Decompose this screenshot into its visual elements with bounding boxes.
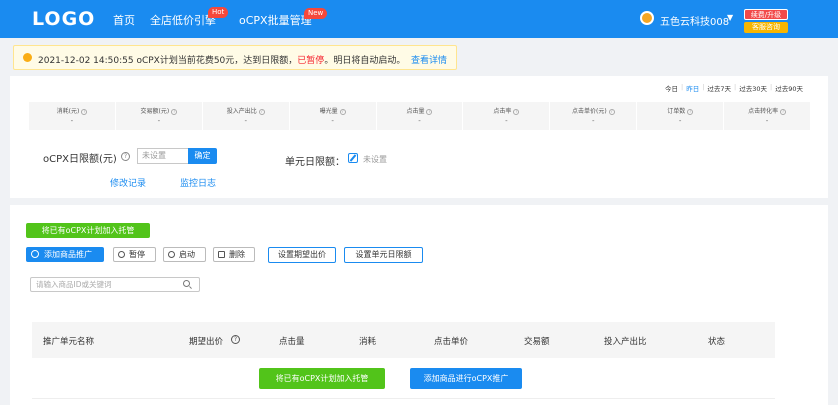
unit-budget-value: 未设置 — [363, 155, 387, 164]
add-existing-plan-button[interactable]: 将已有oCPX计划加入托管 — [26, 223, 150, 238]
paused-text: 已暂停 — [297, 56, 325, 66]
hot-badge: Hot — [208, 7, 229, 18]
help-icon: ? — [426, 108, 433, 115]
monitor-log-link[interactable]: 监控日志 — [180, 176, 216, 189]
search-input[interactable]: 请输入商品ID或关键词 — [30, 277, 200, 292]
avatar[interactable] — [640, 11, 654, 25]
set-bid-button[interactable]: 设置期望出价 — [268, 247, 336, 263]
col-status: 状态 — [708, 337, 726, 347]
help-icon: ? — [81, 108, 88, 115]
range-30d[interactable]: 过去30天 — [736, 83, 770, 93]
view-details-link[interactable]: 查看详情 — [411, 53, 447, 66]
col-gmv: 交易额 — [524, 337, 550, 347]
col-cost: 消耗 — [359, 337, 377, 347]
account-name[interactable]: 五色云科技008 — [660, 13, 729, 28]
col-unit-name: 推广单元名称 — [43, 337, 95, 347]
stats-row: 消耗(元) ? - 交易额(元) ? - 投入产出比 ? - 曝光量 ? - 点击量 ?… — [29, 102, 810, 130]
add-product-button[interactable]: 添加商品推广 — [26, 247, 104, 262]
range-7d[interactable]: 过去7天 — [704, 83, 734, 93]
help-icon[interactable]: ? — [121, 152, 130, 161]
nav-low-price-engine[interactable]: 全店低价引擎 — [150, 12, 216, 28]
stat-ctr: 点击率 ? - — [463, 102, 551, 130]
start-button[interactable]: 启动 — [163, 247, 206, 262]
date-range-selector: 今日 | 昨日 | 过去7天 | 过去30天 | 过去90天 — [662, 83, 806, 93]
stat-orders: 订单数 ? - — [637, 102, 725, 130]
budget-label: oCPX日限额(元) — [43, 154, 117, 165]
search-icon[interactable] — [183, 280, 190, 287]
nav-home[interactable]: 首页 — [113, 12, 135, 28]
help-icon: ? — [339, 108, 346, 115]
col-bid: 期望出价 — [189, 337, 224, 347]
support-button[interactable]: 客服咨询 — [744, 22, 788, 33]
edit-icon[interactable] — [348, 153, 358, 163]
help-icon: ? — [171, 108, 178, 115]
help-icon: ? — [513, 108, 520, 115]
range-today[interactable]: 今日 — [662, 83, 681, 93]
stat-cost: 消耗(元) ? - — [29, 102, 116, 130]
top-navbar: LOGO 首页 全店低价引擎 Hot oCPX批量管理 New 五色云科技008… — [0, 0, 838, 38]
notice-text: 2021-12-02 14:50:55 oCPX计划当前花费50元，达到日限额，… — [38, 56, 406, 66]
budget-input[interactable]: 未设置 — [137, 148, 188, 164]
unit-budget-label: 单元日限额： — [285, 157, 345, 168]
col-cpc: 点击单价 — [434, 337, 469, 347]
col-roi: 投入产出比 — [604, 337, 647, 347]
nav-ocpx-batch[interactable]: oCPX批量管理 — [239, 12, 312, 28]
table-header: 推广单元名称 期望出价 ? 点击量 消耗 点击单价 交易额 投入产出比 状态 — [32, 322, 775, 358]
modify-history-link[interactable]: 修改记录 — [110, 176, 146, 189]
notice-bar: 2021-12-02 14:50:55 oCPX计划当前花费50元，达到日限额，… — [13, 45, 457, 70]
range-yesterday[interactable]: 昨日 — [683, 83, 702, 93]
trash-icon — [218, 251, 225, 258]
clock-icon — [31, 250, 39, 258]
warning-icon — [23, 53, 32, 62]
set-unit-budget-button[interactable]: 设置单元日限额 — [344, 247, 423, 263]
logo: LOGO — [32, 8, 96, 30]
help-icon: ? — [258, 108, 265, 115]
stat-impressions: 曝光量 ? - — [290, 102, 377, 130]
stat-roi: 投入产出比 ? - — [203, 102, 290, 130]
pause-button[interactable]: 暂停 — [113, 247, 156, 262]
budget-confirm-button[interactable]: 确定 — [188, 148, 217, 164]
delete-button[interactable]: 删除 — [213, 247, 255, 262]
stat-clicks: 点击量 ? - — [377, 102, 464, 130]
empty-add-existing-button[interactable]: 将已有oCPX计划加入托管 — [259, 368, 385, 389]
unit-list-panel: 将已有oCPX计划加入托管 添加商品推广 暂停 启动 删除 设置期望出价 设置单… — [10, 205, 828, 405]
empty-add-product-button[interactable]: 添加商品进行oCPX推广 — [410, 368, 522, 389]
help-icon: ? — [780, 108, 787, 115]
renew-button[interactable]: 续费/升级 — [744, 9, 788, 20]
stat-cpc: 点击单价(元) ? - — [550, 102, 638, 130]
help-icon[interactable]: ? — [231, 335, 240, 344]
stat-gmv: 交易额(元) ? - — [116, 102, 203, 130]
caret-down-icon[interactable]: ▼ — [727, 13, 733, 22]
stat-cvr: 点击转化率 ? - — [748, 108, 787, 125]
divider — [32, 398, 775, 399]
help-icon: ? — [608, 108, 615, 115]
help-icon: ? — [687, 108, 694, 115]
range-90d[interactable]: 过去90天 — [772, 83, 806, 93]
stats-panel: 今日 | 昨日 | 过去7天 | 过去30天 | 过去90天 消耗(元) ? - 交易额(… — [10, 76, 828, 198]
col-clicks: 点击量 — [279, 337, 305, 347]
play-icon — [168, 251, 175, 258]
new-badge: New — [304, 8, 328, 19]
pause-icon — [118, 251, 125, 258]
